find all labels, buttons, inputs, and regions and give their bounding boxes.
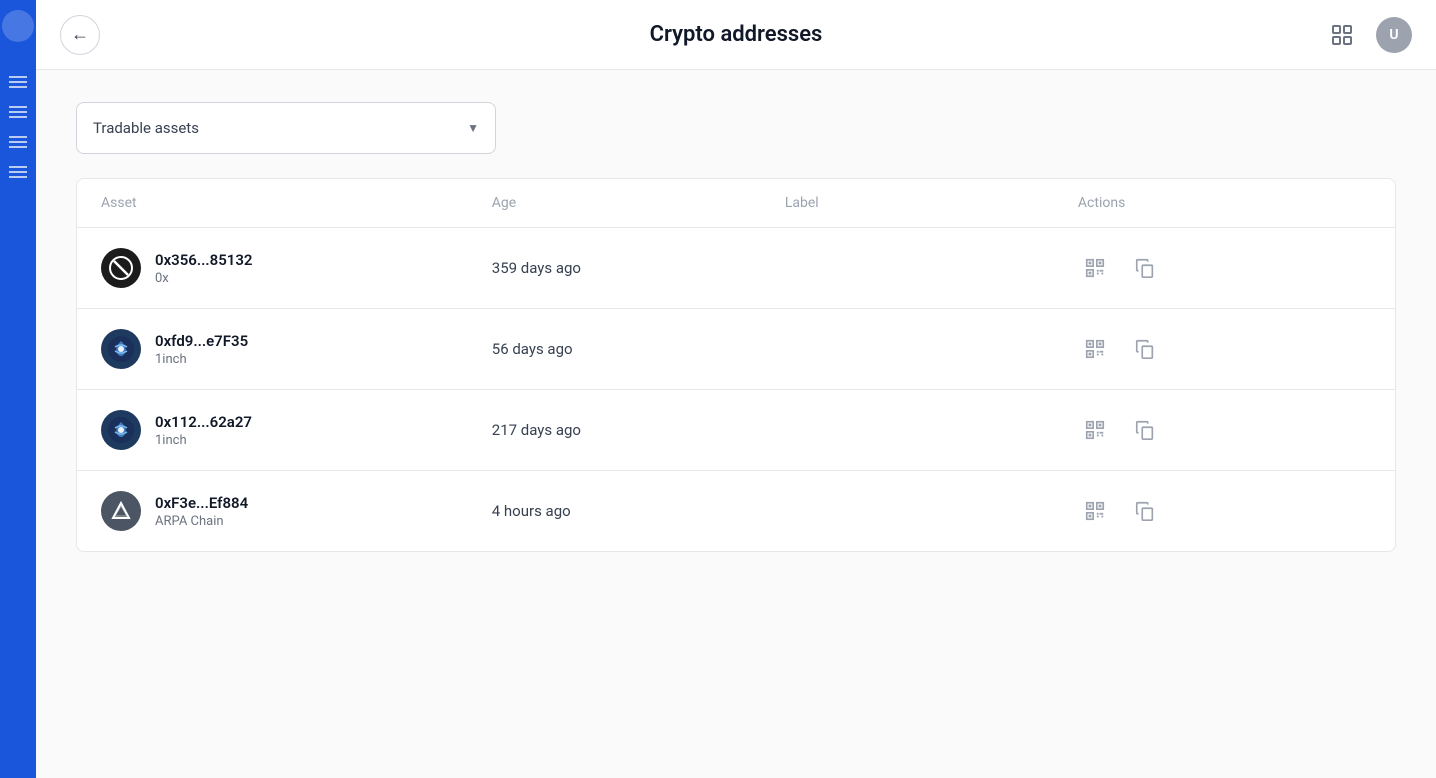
avatar[interactable]: U (1376, 17, 1412, 53)
column-header-actions: Actions (1078, 195, 1371, 211)
sidebar-item-3[interactable] (6, 130, 30, 154)
qr-code-button-1[interactable] (1078, 251, 1112, 285)
column-header-asset: Asset (101, 195, 492, 211)
page-title: Crypto addresses (650, 22, 823, 47)
asset-info-1: 0x356...85132 0x (155, 251, 253, 286)
asset-address-3: 0x112...62a27 (155, 413, 252, 431)
header-left: ← (60, 15, 100, 55)
sidebar-item-2[interactable] (6, 100, 30, 124)
age-cell-3: 217 days ago (492, 421, 785, 439)
asset-icon-2 (101, 329, 141, 369)
copy-button-3[interactable] (1128, 413, 1162, 447)
asset-cell-1: 0x356...85132 0x (101, 248, 492, 288)
main-content: Tradable assets ▼ Asset Age Label Action… (36, 70, 1436, 778)
table-header: Asset Age Label Actions (77, 179, 1395, 228)
qr-code-button-3[interactable] (1078, 413, 1112, 447)
actions-cell-2 (1078, 332, 1371, 366)
asset-network-1: 0x (155, 271, 253, 286)
table-row: 0x356...85132 0x 359 days ago (77, 228, 1395, 309)
copy-button-1[interactable] (1128, 251, 1162, 285)
asset-address-1: 0x356...85132 (155, 251, 253, 269)
qr-code-button-2[interactable] (1078, 332, 1112, 366)
age-cell-2: 56 days ago (492, 340, 785, 358)
chevron-down-icon: ▼ (467, 121, 479, 135)
asset-network-4: ARPA Chain (155, 514, 248, 529)
asset-cell-3: 0x112...62a27 1inch (101, 410, 492, 450)
asset-info-4: 0xF3e...Ef884 ARPA Chain (155, 494, 248, 529)
asset-icon-4 (101, 491, 141, 531)
sidebar-item-1[interactable] (6, 70, 30, 94)
actions-cell-3 (1078, 413, 1371, 447)
copy-button-2[interactable] (1128, 332, 1162, 366)
table-row: 0x112...62a27 1inch 217 days ago (77, 390, 1395, 471)
asset-icon-3 (101, 410, 141, 450)
column-header-age: Age (492, 195, 785, 211)
table-row: 0xF3e...Ef884 ARPA Chain 4 hours ago (77, 471, 1395, 551)
column-header-label: Label (785, 195, 1078, 211)
copy-button-4[interactable] (1128, 494, 1162, 528)
sidebar (0, 0, 36, 778)
asset-address-4: 0xF3e...Ef884 (155, 494, 248, 512)
asset-info-2: 0xfd9...e7F35 1inch (155, 332, 248, 367)
asset-cell-4: 0xF3e...Ef884 ARPA Chain (101, 491, 492, 531)
filter-container: Tradable assets ▼ (76, 102, 1396, 154)
asset-network-3: 1inch (155, 433, 252, 448)
asset-icon-1 (101, 248, 141, 288)
tradable-assets-dropdown[interactable]: Tradable assets ▼ (76, 102, 496, 154)
dropdown-label: Tradable assets (93, 119, 199, 137)
asset-network-2: 1inch (155, 352, 248, 367)
table-row: 0xfd9...e7F35 1inch 56 days ago (77, 309, 1395, 390)
asset-info-3: 0x112...62a27 1inch (155, 413, 252, 448)
header: ← Crypto addresses U (36, 0, 1436, 70)
age-cell-1: 359 days ago (492, 259, 785, 277)
sidebar-logo (2, 10, 34, 42)
back-button[interactable]: ← (60, 15, 100, 55)
crypto-addresses-table: Asset Age Label Actions 0x356...85132 0x (76, 178, 1396, 552)
age-cell-4: 4 hours ago (492, 502, 785, 520)
sidebar-nav (6, 70, 30, 184)
qr-code-button-4[interactable] (1078, 494, 1112, 528)
apps-icon[interactable] (1324, 17, 1360, 53)
asset-cell-2: 0xfd9...e7F35 1inch (101, 329, 492, 369)
sidebar-item-4[interactable] (6, 160, 30, 184)
asset-address-2: 0xfd9...e7F35 (155, 332, 248, 350)
actions-cell-4 (1078, 494, 1371, 528)
actions-cell-1 (1078, 251, 1371, 285)
header-right: U (1324, 17, 1412, 53)
